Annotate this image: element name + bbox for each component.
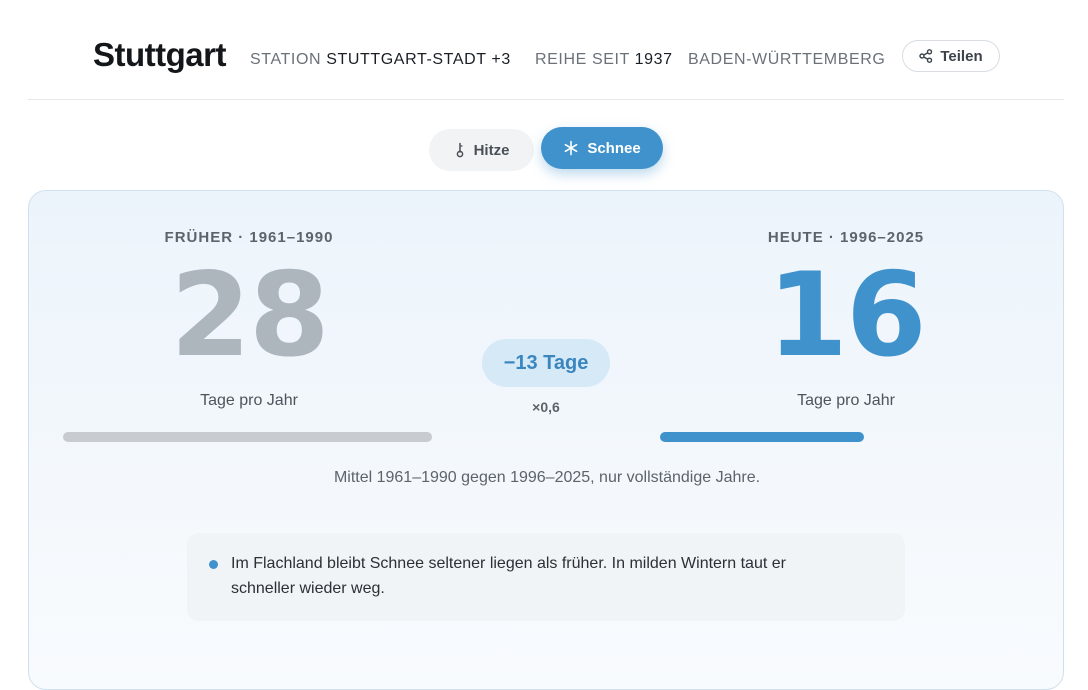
metric-tabs: Hitze Schnee — [0, 127, 1088, 171]
before-period: FRÜHER · 1961–1990 — [164, 229, 334, 246]
factor-label: ×0,6 — [532, 399, 560, 415]
difference-badge: −13 Tage — [482, 339, 610, 387]
station-value: STUTTGART-STADT +3 — [326, 51, 511, 68]
snowflake-icon — [564, 140, 578, 156]
region-label: BADEN-WÜRTTEMBERG — [688, 51, 886, 68]
page-title: Stuttgart — [93, 36, 226, 73]
page-header: Stuttgart STATION STUTTGART-STADT +3 REI… — [28, 0, 1064, 100]
station-info: STATION STUTTGART-STADT +3 — [250, 51, 511, 69]
share-button-label: Teilen — [940, 47, 983, 65]
share-button[interactable]: Teilen — [902, 40, 1000, 72]
after-period: HEUTE · 1996–2025 — [767, 229, 925, 246]
series-info: REIHE SEIT 1937 — [535, 51, 673, 69]
after-unit: Tage pro Jahr — [797, 392, 895, 409]
after-bar — [660, 432, 864, 442]
bullet-dot — [209, 560, 218, 569]
thermometer-icon — [456, 142, 463, 158]
tab-snow[interactable]: Schnee — [541, 127, 663, 169]
before-bar — [63, 432, 432, 442]
share-icon — [919, 49, 933, 63]
insight-text: Im Flachland bleibt Schnee seltener lieg… — [231, 555, 786, 597]
comparison-card: FRÜHER · 1961–1990 28 Tage pro Jahr −13 … — [28, 190, 1064, 690]
series-label: REIHE SEIT — [535, 51, 630, 68]
series-value: 1937 — [634, 51, 673, 68]
before-value: 28 — [170, 248, 329, 383]
after-value: 16 — [767, 248, 926, 383]
tab-heat-label: Hitze — [473, 141, 510, 159]
method-note: Mittel 1961–1990 gegen 1996–2025, nur vo… — [333, 469, 761, 486]
insight-box: Im Flachland bleibt Schnee seltener lieg… — [187, 533, 905, 621]
station-label: STATION — [250, 51, 322, 68]
tab-heat[interactable]: Hitze — [429, 129, 534, 171]
before-unit: Tage pro Jahr — [200, 392, 298, 409]
tab-snow-label: Schnee — [587, 139, 641, 157]
